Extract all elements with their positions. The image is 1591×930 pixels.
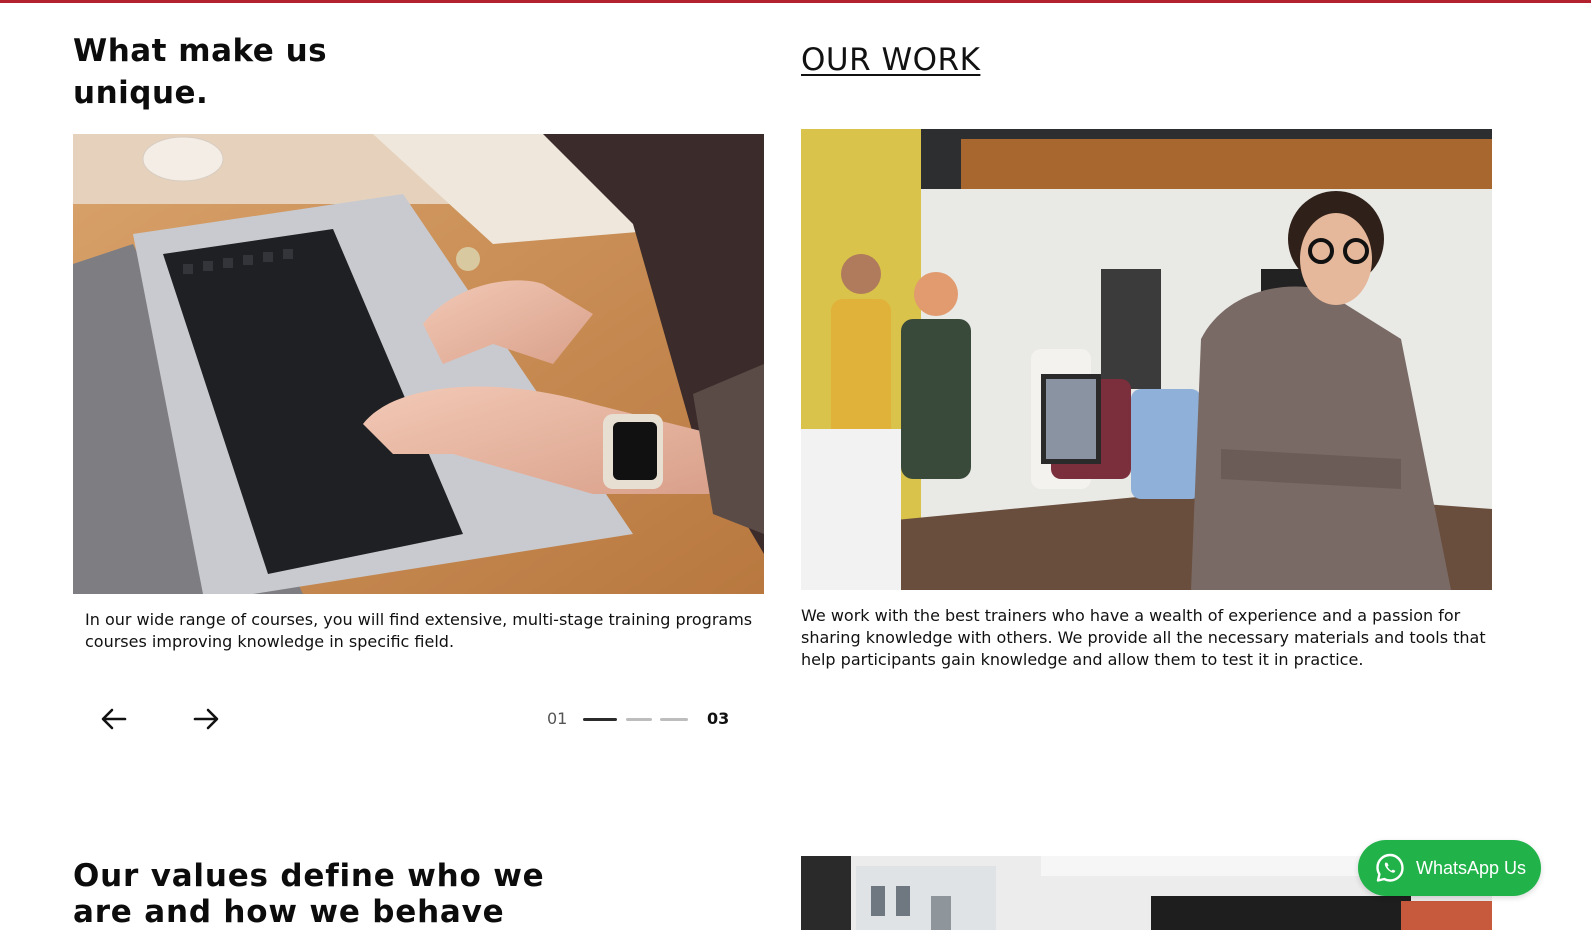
whatsapp-label: WhatsApp Us — [1416, 857, 1527, 878]
work-caption: We work with the best trainers who have … — [801, 606, 1486, 669]
slider-prev-button[interactable] — [100, 706, 128, 732]
slider-total-index: 03 — [707, 709, 730, 728]
values-heading: Our values define who we are and how we … — [73, 858, 545, 930]
whatsapp-button[interactable]: WhatsApp Us — [1358, 840, 1541, 896]
unique-caption: In our wide range of courses, you will f… — [85, 610, 753, 651]
slider-dot-1[interactable] — [583, 718, 617, 721]
slider-next-button[interactable] — [192, 706, 220, 732]
slider-current-index: 01 — [547, 709, 568, 728]
unique-heading: What make us unique. — [73, 33, 328, 111]
whatsapp-icon — [1374, 852, 1406, 884]
our-work-link[interactable]: OUR WORK — [801, 40, 980, 80]
arrow-left-icon — [101, 708, 127, 730]
slider-dot-3[interactable] — [660, 718, 688, 721]
slider-dot-2[interactable] — [626, 718, 652, 721]
arrow-right-icon — [193, 708, 219, 730]
team-office-image — [801, 129, 1492, 590]
laptop-typing-image — [73, 134, 764, 594]
top-accent-bar — [0, 0, 1591, 3]
